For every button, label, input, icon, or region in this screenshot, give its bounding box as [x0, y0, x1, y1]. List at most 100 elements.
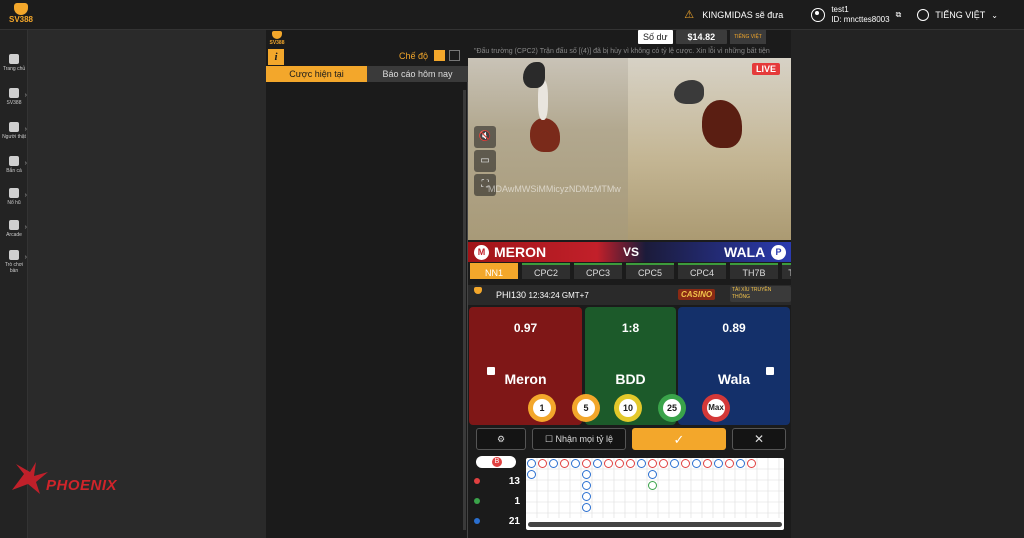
roadmap-result-mark: [582, 503, 591, 512]
sidebar-item-arcade[interactable]: › Arcade: [0, 220, 28, 250]
sidebar-item-label: Trang chủ: [2, 66, 26, 72]
sidebar-item-label: Arcade: [6, 232, 22, 238]
video-feed-right: [628, 58, 791, 240]
casino-button[interactable]: CASINO: [678, 289, 716, 300]
cancel-bet-button[interactable]: ✕: [732, 428, 786, 450]
language-select[interactable]: TIẾNG VIỆT: [935, 10, 985, 20]
settings-button[interactable]: ⚙: [476, 428, 526, 450]
sidebar-item-home[interactable]: Trang chủ: [0, 54, 28, 84]
chevron-down-icon[interactable]: ⌄: [991, 11, 998, 20]
phoenix-bird-icon: [12, 462, 48, 494]
right-empty-area: [791, 30, 1024, 538]
vs-label: VS: [623, 245, 640, 259]
panel-header: SV388 i Chế độ: [266, 30, 468, 66]
arcade-icon: [9, 220, 19, 230]
rooster-image: [702, 100, 742, 148]
tab-table-cpc5[interactable]: CPC5: [626, 263, 674, 279]
table-tabs: NN1 CPC2 CPC3 CPC5 CPC4 TH7B T: [468, 262, 800, 280]
game-language-select[interactable]: TIẾNG VIỆT: [730, 30, 766, 44]
tab-table-cpc2[interactable]: CPC2: [522, 263, 570, 279]
tab-table-cpc3[interactable]: CPC3: [574, 263, 622, 279]
roadmap-result-mark: [659, 459, 668, 468]
roadmap-result-mark: [538, 459, 547, 468]
blue-dot-icon: [474, 518, 480, 524]
roadmap-result-mark: [648, 470, 657, 479]
sidebar-item-table-games[interactable]: › Trò chơi bàn: [0, 250, 28, 280]
roadmap-result-mark: [527, 459, 536, 468]
versus-bar: M MERON VS WALA P: [468, 242, 791, 262]
copy-icon[interactable]: ⧉: [896, 10, 902, 20]
roadmap-result-mark: [582, 481, 591, 490]
bdd-odds: 1:8: [621, 321, 640, 335]
roadmap-result-mark: [593, 459, 602, 468]
rooster-logo-icon: [14, 3, 28, 15]
screen-icon[interactable]: ▭: [474, 150, 496, 172]
tab-today-report[interactable]: Báo cáo hôm nay: [367, 66, 468, 82]
user-icon[interactable]: [811, 8, 826, 22]
sidebar-item-slots[interactable]: › Nổ hũ: [0, 188, 28, 218]
roadmap-result-mark: [725, 459, 734, 468]
rooster-icon: [9, 88, 19, 98]
info-button[interactable]: i: [268, 49, 284, 65]
tab-table-th7b[interactable]: TH7B: [730, 263, 778, 279]
sidebar-item-live[interactable]: › Người thật: [0, 122, 28, 152]
roadmap-result-mark: [571, 459, 580, 468]
chip-10[interactable]: 10: [614, 394, 642, 422]
tab-table-nn1[interactable]: NN1: [470, 263, 518, 279]
rooster-logo-icon: [272, 31, 282, 39]
roadmap-result-mark: [549, 459, 558, 468]
meron-name: Meron: [504, 371, 547, 387]
roadmap-result-mark: [582, 459, 591, 468]
game-area: Số dư $14.82 TIẾNG VIỆT "Đấu trường (CPC…: [468, 30, 800, 538]
sidebar-item-label: Trò chơi bàn: [4, 262, 24, 274]
sidebar-item-sv388[interactable]: › SV388: [0, 88, 28, 118]
home-icon: [9, 54, 19, 64]
result-roadmap: [526, 458, 784, 530]
balance-row: Số dư $14.82 TIẾNG VIỆT: [638, 30, 766, 44]
accept-all-odds-checkbox[interactable]: ☐ Nhận mọi tỷ lệ: [532, 428, 626, 450]
result-stats: B 13 1 21: [468, 454, 524, 534]
announcement-text[interactable]: KINGMIDAS sẽ đưa: [702, 10, 783, 20]
chip-25[interactable]: 25: [658, 394, 686, 422]
stats-row-blue: 21: [474, 516, 522, 527]
stats-tag: B: [476, 456, 516, 468]
roadmap-result-mark: [626, 459, 635, 468]
roadmap-result-mark: [714, 459, 723, 468]
phoenix-sponsor-logo: PHOENIX: [10, 458, 120, 498]
stats-row-red: 13: [474, 476, 522, 487]
chip-value: 1: [533, 399, 551, 417]
chip-5[interactable]: 5: [572, 394, 600, 422]
sidebar-item-fishing[interactable]: › Bắn cá: [0, 156, 28, 186]
sv388-logo[interactable]: SV388: [6, 3, 36, 27]
chevron-right-icon: ›: [24, 126, 27, 133]
wala-odds: 0.89: [722, 321, 746, 335]
chevron-right-icon: ›: [24, 92, 27, 99]
chip-value: 5: [577, 399, 595, 417]
accept-odds-label: Nhận mọi tỷ lệ: [555, 434, 614, 444]
chevron-right-icon: ›: [24, 254, 27, 261]
chevron-right-icon: ›: [24, 160, 27, 167]
chip-max[interactable]: Max: [702, 394, 730, 422]
confirm-bet-button[interactable]: ✓: [632, 428, 726, 450]
chip-1[interactable]: 1: [528, 394, 556, 422]
roadmap-scrollbar[interactable]: [528, 522, 782, 527]
mode-split-button[interactable]: [449, 50, 460, 61]
roadmap-result-mark: [527, 470, 536, 479]
username: test1: [831, 5, 849, 14]
tab-current-bets[interactable]: Cược hiện tại: [266, 66, 367, 82]
tab-table-cpc4[interactable]: CPC4: [678, 263, 726, 279]
chip-selector: 1 5 10 25 Max: [468, 392, 791, 424]
panel-scrollbar[interactable]: [463, 90, 466, 530]
bet-history-panel: SV388 i Chế độ Cược hiện tại Báo cáo hôm…: [266, 30, 468, 538]
live-video[interactable]: LIVE 🔇 ▭ ⛶ MDAwMWSiMMicyzNDMzMTMw: [468, 58, 791, 240]
sponsor-name: PHOENIX: [46, 477, 118, 494]
roadmap-result-mark: [582, 470, 591, 479]
mute-icon[interactable]: 🔇: [474, 126, 496, 148]
cards-icon: [9, 122, 19, 132]
logo-text: SV388: [8, 15, 34, 24]
bet-list-area: [266, 82, 468, 538]
mode-single-button[interactable]: [434, 50, 445, 61]
close-icon: ✕: [753, 432, 765, 446]
taixiu-button[interactable]: TÀI XỈU TRUYỀN THỐNG: [730, 286, 791, 302]
roadmap-result-mark: [648, 481, 657, 490]
